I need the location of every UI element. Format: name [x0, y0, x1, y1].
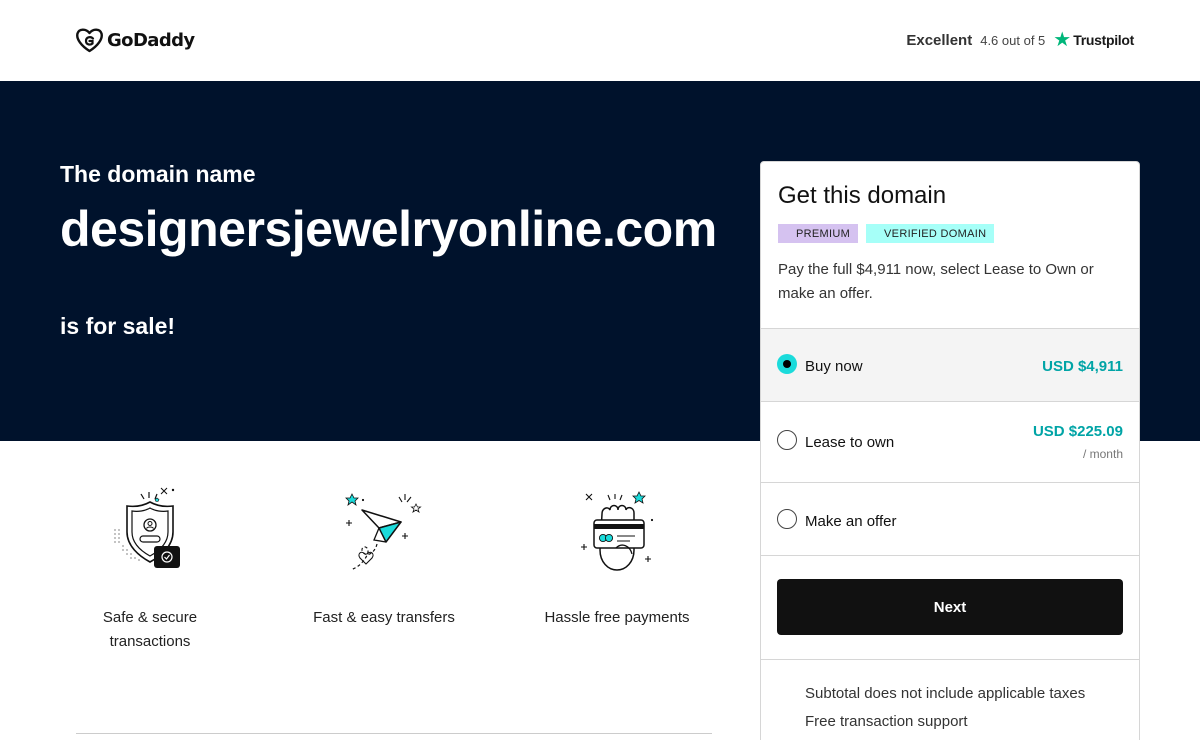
- next-button[interactable]: Next: [777, 579, 1123, 635]
- premium-badge: PREMIUM: [778, 224, 859, 243]
- brand-name: GoDaddy: [107, 30, 195, 51]
- lease-to-own-label: Lease to own: [805, 434, 895, 451]
- godaddy-logo-icon: [76, 28, 103, 53]
- buy-now-label: Buy now: [805, 358, 863, 375]
- card-divider: [761, 659, 1139, 660]
- lease-price: USD $225.09: [1032, 423, 1123, 440]
- card-title: Get this domain: [778, 182, 947, 209]
- option-buy-now[interactable]: Buy now USD $4,911: [761, 328, 1139, 401]
- make-offer-radio[interactable]: [777, 509, 797, 529]
- rating-label: Excellent: [906, 31, 973, 49]
- option-lease-to-own[interactable]: Lease to own USD $225.09 / month: [761, 401, 1139, 482]
- card-divider: [761, 555, 1139, 556]
- paper-plane-icon: [345, 493, 422, 571]
- features-section: Safe & secure transactions Fast & easy t…: [76, 480, 712, 680]
- support-note: Free transaction support: [805, 713, 968, 730]
- hero-posttext: is for sale!: [60, 313, 176, 339]
- feature-safe-secure: Safe & secure transactions: [65, 480, 235, 654]
- hero-pretext: The domain name: [60, 161, 256, 187]
- shield-lock-icon: [114, 487, 180, 568]
- domain-badges: PREMIUM VERIFIED DOMAIN: [778, 224, 995, 243]
- lease-period: / month: [1082, 447, 1123, 461]
- feature-hassle-free: Hassle free payments: [532, 480, 702, 630]
- lease-to-own-radio[interactable]: [777, 430, 797, 450]
- hand-card-icon: [581, 491, 654, 571]
- card-description: Pay the full $4,911 now, select Lease to…: [778, 261, 1094, 302]
- verified-domain-badge: VERIFIED DOMAIN: [866, 224, 995, 243]
- section-divider: [76, 733, 712, 734]
- make-offer-label: Make an offer: [805, 513, 897, 530]
- star-icon: ★: [1053, 29, 1072, 51]
- rating-score: 4.6 out of 5: [980, 32, 1046, 48]
- godaddy-logo[interactable]: GoDaddy: [76, 28, 195, 53]
- feature-fast-easy: Fast & easy transfers: [299, 480, 469, 630]
- feature-label: Hassle free payments: [544, 609, 690, 626]
- feature-label: Safe & secure transactions: [102, 609, 198, 650]
- buy-now-price: USD $4,911: [1042, 358, 1123, 375]
- feature-label: Fast & easy transfers: [313, 609, 455, 626]
- trustpilot-name: Trustpilot: [1073, 32, 1134, 48]
- get-domain-card: Get this domain PREMIUM VERIFIED DOMAIN …: [760, 161, 1140, 740]
- tax-note: Subtotal does not include applicable tax…: [805, 685, 1086, 702]
- option-make-offer[interactable]: Make an offer: [761, 482, 1139, 555]
- trustpilot-rating[interactable]: Excellent 4.6 out of 5 ★ Trustpilot: [906, 30, 1134, 50]
- site-header: GoDaddy Excellent 4.6 out of 5 ★ Trustpi…: [0, 0, 1200, 81]
- buy-now-radio[interactable]: [777, 354, 797, 374]
- domain-name-heading: designersjewelryonline.com: [60, 201, 717, 257]
